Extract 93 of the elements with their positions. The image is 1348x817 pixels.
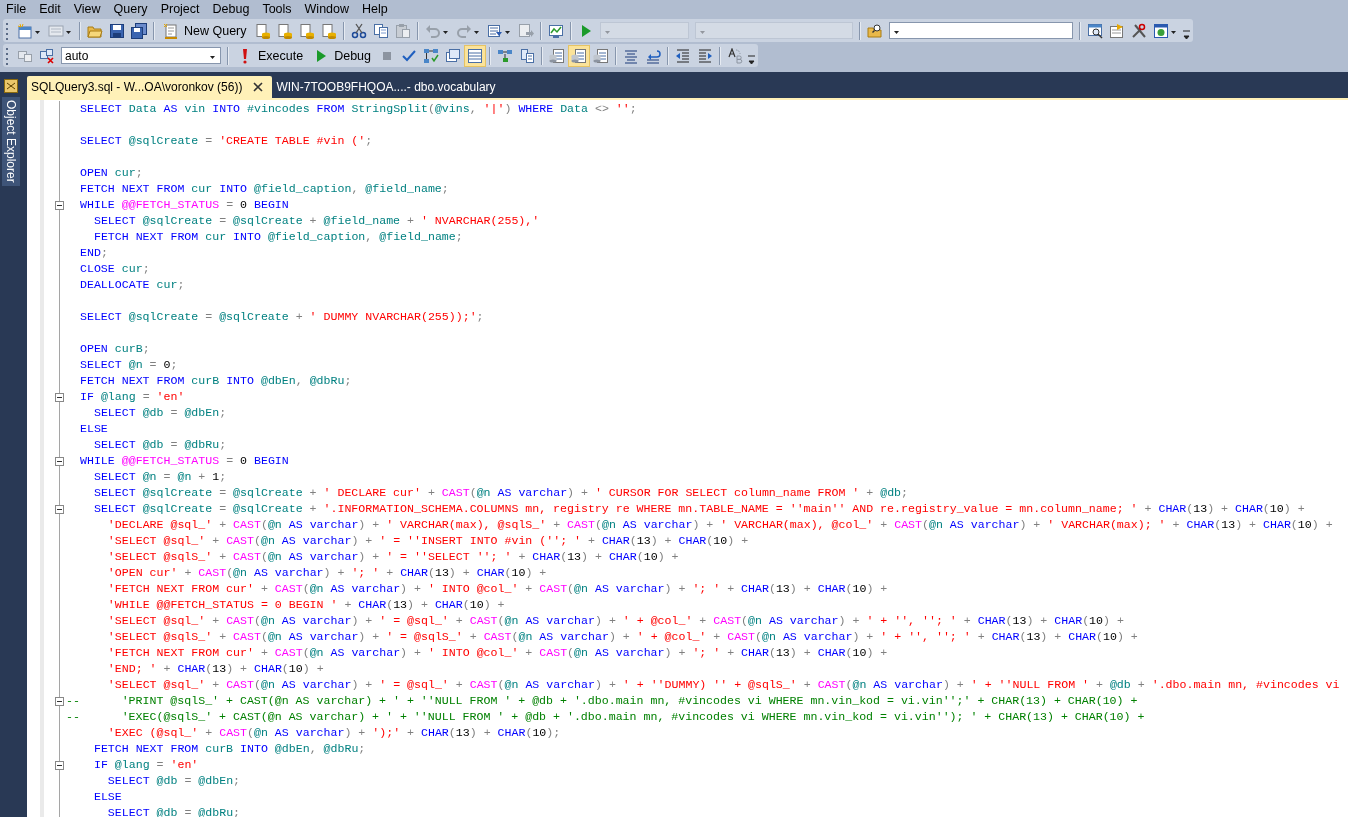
cut-icon[interactable] xyxy=(350,22,367,39)
globe-window-icon[interactable] xyxy=(1152,22,1169,39)
window-search-icon[interactable] xyxy=(1086,22,1103,39)
code-line: 'FETCH NEXT FROM cur' + CAST(@n AS varchar) + ' INTO @col_' + CAST(@n AS varchar) + '; ' + CHAR(13) + CHAR(10) + xyxy=(107,646,888,659)
database-sheet-icon[interactable] xyxy=(569,45,589,66)
document-tab[interactable]: SQLQuery3.sql - W...OA\voronkov (56)) xyxy=(27,76,273,98)
code-line: CLOSE cur; xyxy=(80,262,150,275)
toolbar-grip-icon xyxy=(5,20,9,41)
code-line: 'DECLARE @sql_' + CAST(@n AS varchar) + ' VARCHAR(max), @sqlS_' + CAST(@n AS varchar) + ' VARCHAR(max), @col_' + CAST(@n AS varchar) + ' VARCHAR(max); ' + CHAR(13) + CHAR(10) + xyxy=(107,518,1333,531)
menu-item[interactable]: Help xyxy=(356,0,395,18)
code-comment: -- 'EXEC(@sqlS_' + CAST(@n AS varchar) + ' + ''NULL FROM ' + @db + '.dbo.main mn, #vincodes vi WHERE mn.vin_kod = vi.vin''); ' + CHAR(13) + CHAR(10) + xyxy=(66,710,1145,723)
menu-item[interactable]: Window xyxy=(298,0,357,18)
code-line: SELECT @sqlCreate = 'CREATE TABLE #vin ('; xyxy=(80,134,373,147)
menu-item[interactable]: File xyxy=(0,0,34,18)
code-line: SELECT @db = @dbEn; xyxy=(93,406,227,419)
uncomment-icon[interactable] xyxy=(645,47,661,64)
code-line: IF @lang = 'en' xyxy=(93,758,199,771)
code-line: 'SELECT @sqlS_' + CAST(@n AS varchar) + ' = ''SELECT ''; ' + CHAR(13) + CHAR(10) + xyxy=(107,550,679,563)
grid-icon[interactable] xyxy=(465,45,485,66)
debug-button[interactable]: Debug xyxy=(311,46,373,65)
new-query-icon xyxy=(163,22,179,39)
collapse-icon[interactable] xyxy=(55,456,64,466)
navigate-icon[interactable] xyxy=(486,22,503,39)
database-dropdown[interactable]: auto xyxy=(61,47,221,64)
code-line: SELECT Data AS vin INTO #vincodes FROM StringSplit(@vins, '|') WHERE Data <> ''; xyxy=(80,102,637,115)
collapse-icon[interactable] xyxy=(55,696,64,706)
code-line: SELECT @sqlCreate = @sqlCreate + @field_name + ' NVARCHAR(255),' xyxy=(93,214,540,227)
code-line: IF @lang = 'en' xyxy=(80,390,185,403)
save-icon[interactable] xyxy=(109,22,125,39)
overflow-icon[interactable] xyxy=(1181,28,1191,40)
code-line: 'SELECT @sqlS_' + CAST(@n AS varchar) + ' = @sqlS_' + CAST(@n AS varchar) + ' + @col_' + CAST(@n AS varchar) + ' + '', ''; ' + CHAR(13) + CHAR(10) + xyxy=(107,630,1138,643)
new-query-button[interactable]: New Query xyxy=(161,21,249,40)
code-line: ELSE xyxy=(93,790,122,803)
code-line: FETCH NEXT FROM cur INTO @field_caption, @field_name; xyxy=(80,182,449,195)
chart-icon[interactable] xyxy=(547,22,564,39)
servers-icon[interactable] xyxy=(519,47,535,64)
code-line: 'SELECT @sql_' + CAST(@n AS varchar) + ' = @sql_' + CAST(@n AS varchar) + ' + @col_' + CAST(@n AS varchar) + ' + '', ''; ' + CHAR(13) + CHAR(10) + xyxy=(107,614,1124,627)
collapse-icon[interactable] xyxy=(55,760,64,770)
execute-button[interactable]: Execute xyxy=(235,46,306,65)
code-line: SELECT @sqlCreate = @sqlCreate + '.INFORMATION_SCHEMA.COLUMNS mn, registry re WHERE mn.TABLE_NAME = ''main'' AND re.registry_value = mn.column_name; ' + CHAR(13) + CHAR(10) + xyxy=(93,502,1305,515)
disconnect-icon[interactable] xyxy=(39,47,55,64)
indent-icon[interactable] xyxy=(697,47,713,64)
code-line: SELECT @n = 0; xyxy=(80,358,178,371)
code-line: 'WHILE @@FETCH_STATUS = 0 BEGIN ' + CHAR(13) + CHAR(10) + xyxy=(107,598,505,611)
code-line: OPEN curB; xyxy=(80,342,150,355)
code-line: 'SELECT @sql_' + CAST(@n AS varchar) + ' = @sql_' + CAST(@n AS varchar) + ' + ''DUMMY) '' + @sqlS_' + CAST(@n AS varchar) + ' + ''NULL FROM ' + @db + '.dbo.main mn, #vincodes vi xyxy=(107,678,1340,691)
diagram-icon[interactable] xyxy=(497,47,513,64)
overflow-icon[interactable] xyxy=(747,53,756,65)
menu-item[interactable]: Tools xyxy=(256,0,299,18)
code-line: WHILE @@FETCH_STATUS = 0 BEGIN xyxy=(80,454,289,467)
tools-icon[interactable] xyxy=(1130,22,1147,39)
collapse-icon[interactable] xyxy=(55,200,64,210)
folder-search-icon[interactable] xyxy=(866,22,883,39)
save-all-icon[interactable] xyxy=(131,22,147,39)
query-file-icon[interactable] xyxy=(276,22,293,39)
collapse-icon[interactable] xyxy=(55,392,64,402)
menu-item[interactable]: View xyxy=(67,0,108,18)
code-line: SELECT @db = @dbEn; xyxy=(107,774,241,787)
code-line: SELECT @sqlCreate = @sqlCreate + ' DUMMY NVARCHAR(255));'; xyxy=(80,310,484,323)
menu-item[interactable]: Project xyxy=(154,0,207,18)
copy-icon[interactable] xyxy=(372,22,389,39)
code-line: 'OPEN cur' + CAST(@n AS varchar) + '; ' + CHAR(13) + CHAR(10) + xyxy=(107,566,547,579)
query-file-icon[interactable] xyxy=(320,22,337,39)
code-line: 'FETCH NEXT FROM cur' + CAST(@n AS varchar) + ' INTO @col_' + CAST(@n AS varchar) + '; ' + CHAR(13) + CHAR(10) + xyxy=(107,582,888,595)
query-file-icon[interactable] xyxy=(254,22,271,39)
menu-item[interactable]: Edit xyxy=(33,0,68,18)
code-line: SELECT @sqlCreate = @sqlCreate + ' DECLARE cur' + CAST(@n AS varchar) + ' CURSOR FOR SELECT column_name FROM ' + @db; xyxy=(93,486,909,499)
code-line: 'EXEC (@sql_' + CAST(@n AS varchar) + ');' + CHAR(13) + CHAR(10); xyxy=(107,726,561,739)
query-file-icon[interactable] xyxy=(298,22,315,39)
code-line: SELECT @db = @dbRu; xyxy=(93,438,227,451)
code-line: END; xyxy=(80,246,108,259)
code-line: OPEN cur; xyxy=(80,166,143,179)
code-line: ELSE xyxy=(80,422,108,435)
menu-item[interactable]: Query xyxy=(107,0,155,18)
code-line: FETCH NEXT FROM cur INTO @field_caption, @field_name; xyxy=(93,230,463,243)
outdent-icon[interactable] xyxy=(675,47,691,64)
close-icon[interactable] xyxy=(252,81,265,93)
code-line: SELECT @n = @n + 1; xyxy=(93,470,227,483)
properties-icon[interactable] xyxy=(1108,22,1125,39)
code-line: 'END; ' + CHAR(13) + CHAR(10) + xyxy=(107,662,324,675)
code-line: FETCH NEXT FROM curB INTO @dbEn, @dbRu; xyxy=(93,742,366,755)
code-line: FETCH NEXT FROM curB INTO @dbEn, @dbRu; xyxy=(80,374,352,387)
code-line: DEALLOCATE cur; xyxy=(80,278,185,291)
code-comment: -- 'PRINT @sqlS_' + CAST(@n AS varchar) + ' + ''NULL FROM ' + @db + '.dbo.main mn, #vincodes vi WHERE mn.vin_kod = vi.vin'';' + CHAR(13) + CHAR(10) + xyxy=(66,694,1138,707)
code-line: 'SELECT @sql_' + CAST(@n AS varchar) + ' = ''INSERT INTO #vin (''; ' + CHAR(13) + CHAR(10) + xyxy=(107,534,749,547)
menu-item[interactable]: Debug xyxy=(206,0,257,18)
new-project-icon[interactable] xyxy=(17,22,33,39)
collapse-icon[interactable] xyxy=(55,504,64,514)
object-explorer-tab[interactable]: Object Explorer xyxy=(2,97,20,186)
spelling-icon[interactable] xyxy=(727,47,743,64)
toolbar-grip-icon xyxy=(5,45,9,66)
code-line: WHILE @@FETCH_STATUS = 0 BEGIN xyxy=(80,198,289,211)
document-tab[interactable]: WIN-7TOOB9FHQOA....- dbo.vocabulary xyxy=(272,76,501,98)
